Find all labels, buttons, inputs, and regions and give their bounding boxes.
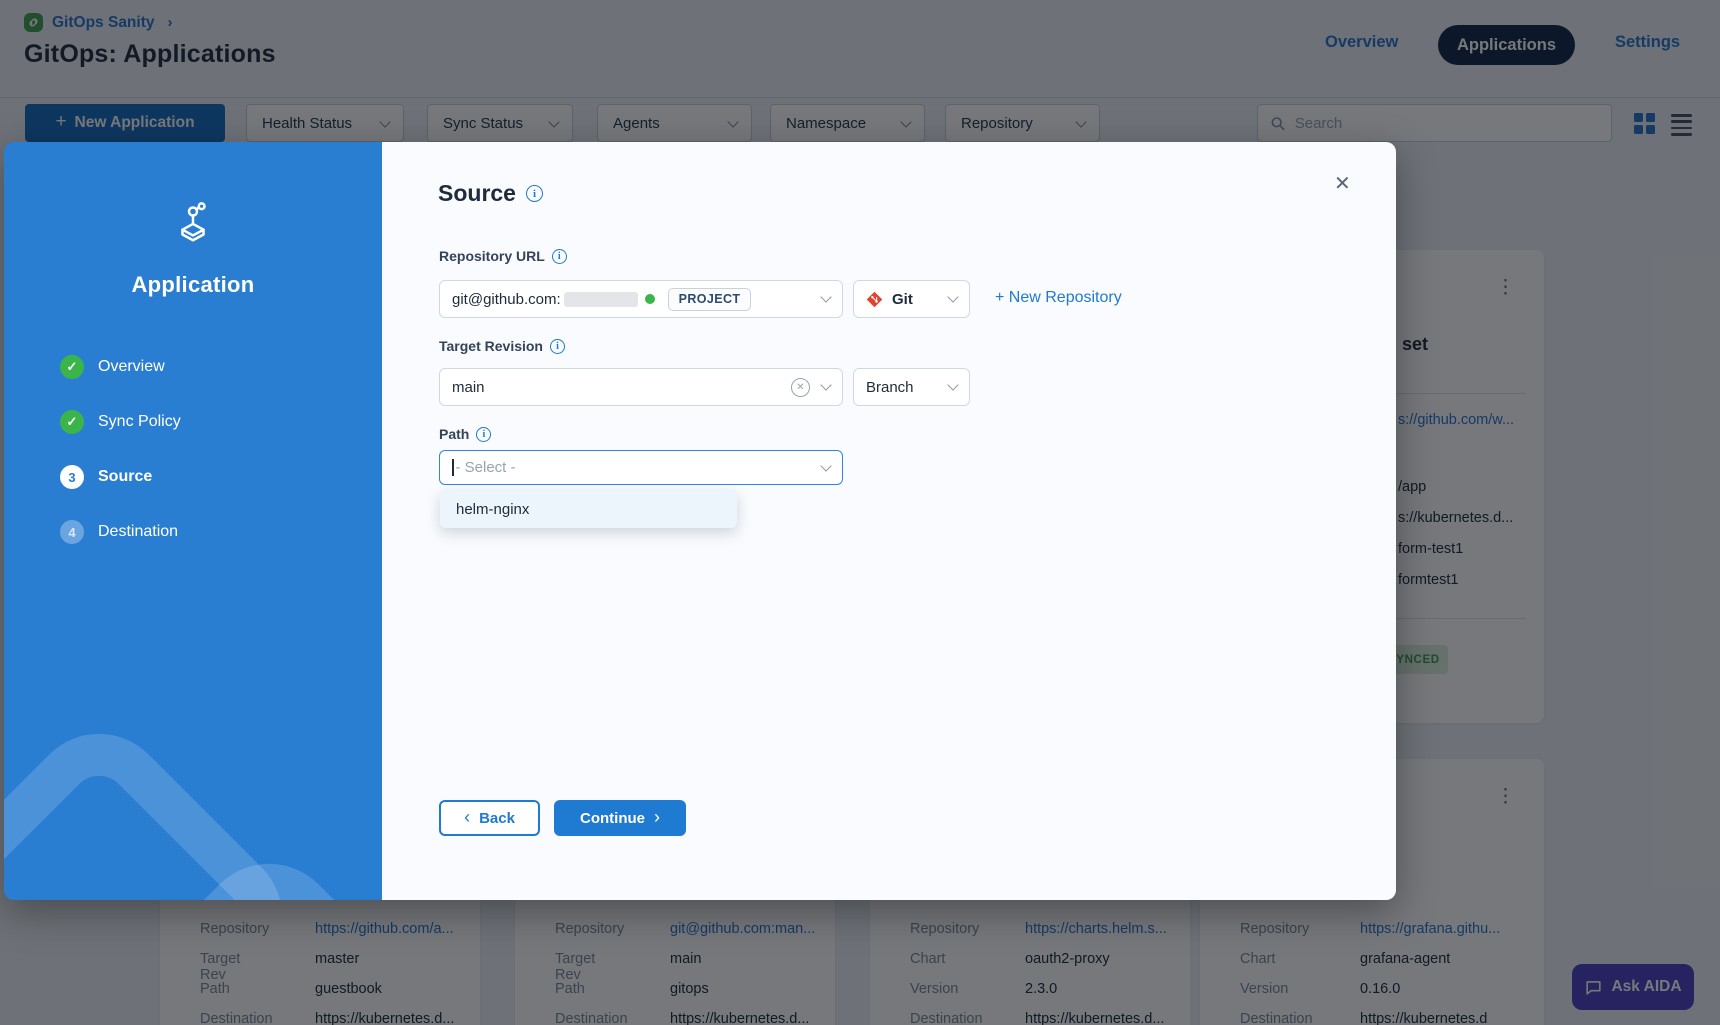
step-label: Destination (98, 523, 178, 541)
chevron-down-icon (820, 460, 831, 471)
continue-button[interactable]: Continue › (554, 800, 686, 836)
step-source[interactable]: 3 Source (60, 465, 181, 489)
repository-url-label: Repository URLi (439, 248, 567, 264)
back-label: Back (479, 810, 515, 827)
path-options-menu: helm-nginx (440, 490, 737, 528)
chevron-down-icon (820, 379, 831, 390)
step-number: 3 (60, 465, 84, 489)
path-label: Pathi (439, 426, 491, 442)
continue-label: Continue (580, 810, 645, 827)
wizard-source-panel: ✕ Source i Repository URLi git@github.co… (382, 142, 1396, 900)
step-number: 4 (60, 520, 84, 544)
revision-type-select[interactable]: Branch (853, 368, 970, 406)
step-label: Overview (98, 358, 165, 376)
clear-icon[interactable]: ✕ (791, 378, 810, 397)
info-icon[interactable]: i (526, 185, 543, 202)
revision-type-value: Branch (866, 379, 914, 396)
info-icon[interactable]: i (552, 249, 567, 264)
path-select[interactable]: - Select - (439, 450, 843, 485)
panel-heading: Source i (438, 180, 543, 207)
redacted-text (564, 292, 638, 307)
step-check-icon: ✓ (60, 410, 84, 434)
connection-ok-dot (645, 294, 655, 304)
repository-url-input[interactable]: git@github.com: PROJECT (439, 280, 843, 318)
wizard-steps: ✓ Overview ✓ Sync Policy 3 Source 4 Dest… (60, 355, 181, 544)
new-application-wizard-modal: Application ✓ Overview ✓ Sync Policy 3 S… (4, 142, 1396, 900)
target-revision-value: main (452, 379, 485, 396)
path-option-helm-nginx[interactable]: helm-nginx (440, 490, 737, 528)
wizard-sidebar: Application ✓ Overview ✓ Sync Policy 3 S… (4, 142, 382, 900)
gitops-applications-page: GitOps Sanity › GitOps: Applications Ove… (0, 0, 1720, 1025)
chevron-down-icon (947, 291, 958, 302)
back-button[interactable]: ‹ Back (439, 800, 540, 836)
project-badge: PROJECT (668, 288, 752, 311)
step-check-icon: ✓ (60, 355, 84, 379)
chevron-right-icon: › (654, 807, 660, 828)
repo-type-select[interactable]: Git (853, 280, 970, 318)
info-icon[interactable]: i (476, 427, 491, 442)
repository-url-value: git@github.com: (452, 291, 561, 308)
text-caret (452, 459, 454, 476)
repo-type-value: Git (892, 291, 913, 308)
path-placeholder: - Select - (456, 459, 516, 476)
panel-heading-text: Source (438, 180, 516, 207)
chevron-left-icon: ‹ (464, 807, 470, 828)
info-icon[interactable]: i (550, 339, 565, 354)
target-revision-label: Target Revisioni (439, 338, 565, 354)
application-icon (170, 200, 216, 251)
new-repository-link[interactable]: + New Repository (995, 289, 1122, 307)
chevron-down-icon (947, 379, 958, 390)
git-icon (866, 291, 883, 308)
chevron-down-icon (820, 291, 831, 302)
target-revision-input[interactable]: main ✕ (439, 368, 843, 406)
step-label: Sync Policy (98, 413, 181, 431)
step-sync-policy[interactable]: ✓ Sync Policy (60, 410, 181, 434)
wizard-title: Application (4, 272, 382, 298)
close-icon[interactable]: ✕ (1334, 174, 1351, 194)
step-label: Source (98, 468, 152, 486)
step-destination[interactable]: 4 Destination (60, 520, 181, 544)
step-overview[interactable]: ✓ Overview (60, 355, 181, 379)
